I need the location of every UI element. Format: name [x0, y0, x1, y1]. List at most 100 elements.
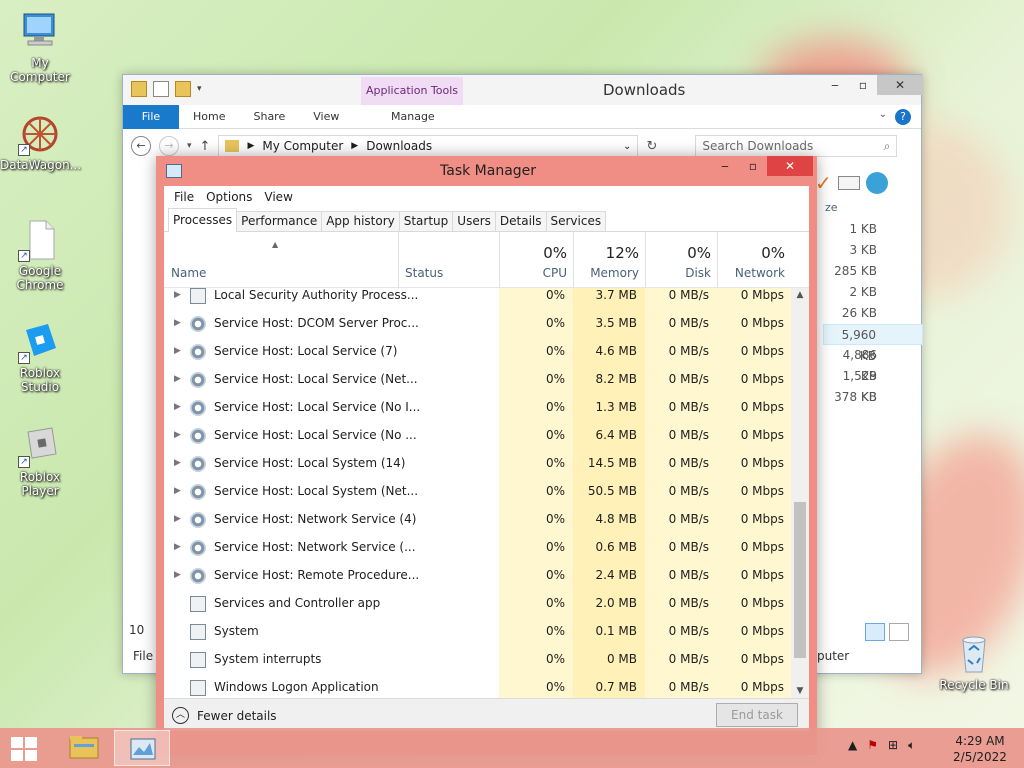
expand-row-icon[interactable]: ▶	[174, 430, 181, 440]
help-icon[interactable]: ?	[895, 109, 911, 125]
checkmark-icon[interactable]: ✓	[815, 171, 832, 195]
address-bar[interactable]: ▶ My Computer ▶ Downloads ⌄	[218, 135, 639, 157]
expand-row-icon[interactable]: ▶	[174, 346, 181, 356]
end-task-button[interactable]: End task	[716, 703, 798, 727]
table-row[interactable]: ▶ Service Host: Network Service (4) 0% 4.8 …	[164, 506, 791, 534]
expand-row-icon[interactable]: ▶	[174, 318, 181, 328]
size-column-header[interactable]: ze	[823, 201, 923, 219]
refresh-icon[interactable]: ↻	[646, 139, 657, 154]
table-row[interactable]: ▶ Service Host: Local System (14) 0% 14.5 M…	[164, 450, 791, 478]
desktop-icon-datawagon[interactable]: ↗ DataWagon...	[0, 112, 81, 172]
menu-options[interactable]: Options	[202, 190, 256, 204]
taskbar-file-explorer[interactable]	[56, 730, 112, 766]
fewer-details-button[interactable]: ︿ Fewer details	[172, 707, 277, 724]
process-list[interactable]: ▶ Local Security Authority Process... 0% 3.…	[164, 288, 809, 698]
tab-users[interactable]: Users	[452, 211, 496, 231]
back-button[interactable]: ←	[131, 136, 151, 156]
column-header-cpu[interactable]: 0% CPU	[499, 232, 573, 288]
column-header-disk[interactable]: 0% Disk	[645, 232, 717, 288]
tab-processes[interactable]: Processes	[168, 208, 238, 232]
column-header-network[interactable]: 0% Network	[717, 232, 791, 288]
expand-row-icon[interactable]: ▶	[174, 514, 181, 524]
tab-share[interactable]: Share	[239, 105, 299, 129]
expand-row-icon[interactable]: ▶	[174, 486, 181, 496]
table-row[interactable]: ▶ Service Host: Local Service (No ... 0% 6.…	[164, 422, 791, 450]
table-row[interactable]: ▶ Service Host: Local Service (No I... 0% 1…	[164, 394, 791, 422]
close-button[interactable]: ✕	[877, 75, 923, 95]
tab-manage[interactable]: Manage	[377, 105, 449, 129]
tab-home[interactable]: Home	[179, 105, 239, 129]
tab-app-history[interactable]: App history	[321, 211, 400, 231]
table-row[interactable]: ▶ Local Security Authority Process... 0% 3.…	[164, 288, 791, 310]
search-input[interactable]: Search Downloads ⌕	[695, 135, 898, 157]
expand-row-icon[interactable]: ▶	[174, 402, 181, 412]
tab-file[interactable]: File	[123, 104, 179, 129]
desktop-icon-roblox-player[interactable]: ↗ Roblox Player	[0, 424, 80, 498]
table-row[interactable]: Services and Controller app 0% 2.0 MB 0 MB/…	[164, 590, 791, 618]
desktop-icon-recycle-bin[interactable]: Recycle Bin	[934, 632, 1014, 692]
new-folder-icon[interactable]	[175, 81, 191, 97]
menu-file[interactable]: File	[170, 190, 198, 204]
tab-details[interactable]: Details	[494, 211, 547, 231]
column-header-status[interactable]: Status	[398, 232, 499, 288]
volume-muted-icon[interactable]: 🔈︎	[908, 738, 915, 753]
maximize-button[interactable]: ▫	[849, 75, 877, 95]
maximize-button[interactable]: ▫	[739, 156, 767, 176]
vertical-scrollbar[interactable]: ▲ ▼	[791, 288, 809, 698]
tab-startup[interactable]: Startup	[398, 211, 454, 231]
scroll-down-icon[interactable]: ▼	[791, 686, 809, 696]
large-icons-view-icon[interactable]	[889, 623, 909, 641]
tab-performance[interactable]: Performance	[236, 211, 323, 231]
table-row[interactable]: ▶ Service Host: Local Service (Net... 0% 8.…	[164, 366, 791, 394]
clock[interactable]: 4:29 AM 2/5/2022	[948, 733, 1012, 765]
table-row[interactable]: System 0% 0.1 MB 0 MB/s 0 Mbps	[164, 618, 791, 646]
forward-button[interactable]: →	[159, 136, 179, 156]
table-row[interactable]: ▶ Service Host: Remote Procedure... 0% 2.4 …	[164, 562, 791, 590]
table-row[interactable]: System interrupts 0% 0 MB 0 MB/s 0 Mbps	[164, 646, 791, 674]
network-icon[interactable]: ⊞	[888, 738, 898, 753]
up-arrow-icon[interactable]: ↑	[200, 139, 211, 154]
breadcrumb-downloads[interactable]: Downloads	[366, 139, 432, 153]
expand-row-icon[interactable]: ▶	[174, 374, 181, 384]
task-manager-window[interactable]: Task Manager ‒ ▫ ✕ File Options View Pro…	[156, 156, 817, 755]
column-header-name[interactable]: ▲ Name	[164, 232, 398, 288]
qat-dropdown-icon[interactable]: ▾	[197, 81, 202, 97]
minimize-button[interactable]: ‒	[711, 156, 739, 176]
close-button[interactable]: ✕	[767, 156, 813, 176]
start-button[interactable]	[8, 734, 40, 762]
recent-locations-icon[interactable]: ▾	[187, 141, 192, 151]
chevron-down-icon[interactable]: ⌄	[623, 141, 631, 152]
globe-icon[interactable]	[865, 172, 888, 194]
tab-services[interactable]: Services	[545, 211, 607, 231]
scrollbar-thumb[interactable]	[794, 502, 806, 658]
show-hidden-icons-icon[interactable]: ▲	[848, 738, 857, 753]
desktop-icon-roblox-studio[interactable]: ↗ Roblox Studio	[0, 320, 80, 394]
table-row[interactable]: Windows Logon Application 0% 0.7 MB 0 MB/s 0…	[164, 674, 791, 698]
table-row[interactable]: ▶ Service Host: DCOM Server Proc... 0% 3.5 …	[164, 310, 791, 338]
ribbon-expand-icon[interactable]: ⌄	[879, 109, 887, 120]
action-center-flag-icon[interactable]: ⚑	[867, 738, 878, 753]
expand-row-icon[interactable]: ▶	[174, 542, 181, 552]
expand-row-icon[interactable]: ▶	[174, 570, 181, 580]
folder-icon[interactable]	[131, 81, 147, 97]
scroll-up-icon[interactable]: ▲	[791, 290, 809, 300]
details-view-icon[interactable]	[865, 623, 885, 641]
column-header-memory[interactable]: 12% Memory	[573, 232, 645, 288]
table-row[interactable]: ▶ Service Host: Local System (Net... 0% 50.…	[164, 478, 791, 506]
task-manager-titlebar[interactable]: Task Manager ‒ ▫ ✕	[156, 156, 817, 186]
taskbar-task-manager[interactable]	[114, 730, 170, 766]
desktop-icon-my-computer[interactable]: My Computer	[0, 10, 80, 84]
desktop-icon-google-chrome[interactable]: ↗ Google Chrome	[0, 218, 80, 292]
properties-icon[interactable]	[153, 81, 169, 97]
explorer-titlebar[interactable]: ▾ Application Tools Downloads ‒ ▫ ✕	[123, 75, 923, 105]
tab-view[interactable]: View	[299, 105, 353, 129]
menu-view[interactable]: View	[260, 190, 296, 204]
expand-row-icon[interactable]: ▶	[174, 458, 181, 468]
minimize-button[interactable]: ‒	[821, 75, 849, 95]
table-row[interactable]: ▶ Service Host: Network Service (... 0% 0.6…	[164, 534, 791, 562]
breadcrumb-my-computer[interactable]: My Computer	[262, 139, 343, 153]
expand-row-icon[interactable]: ▶	[174, 290, 181, 300]
table-row[interactable]: ▶ Service Host: Local Service (7) 0% 4.6 MB…	[164, 338, 791, 366]
process-cpu: 0%	[545, 456, 565, 470]
view-pane-icon[interactable]	[837, 176, 860, 190]
